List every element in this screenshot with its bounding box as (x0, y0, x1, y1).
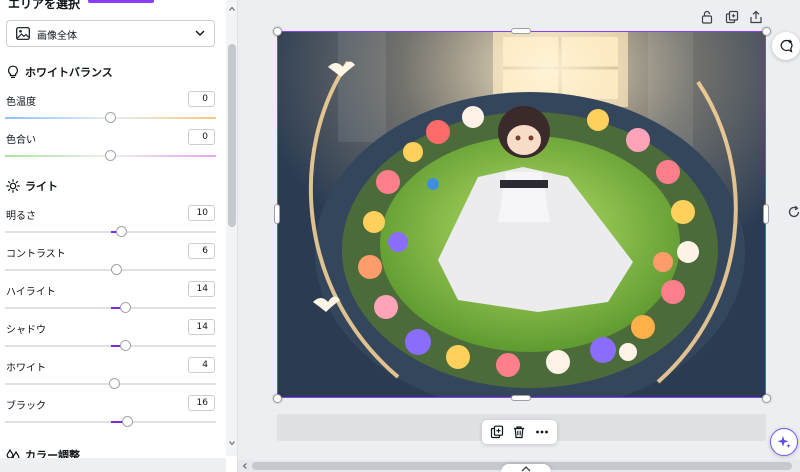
chevron-up-icon (521, 466, 531, 472)
section-title: ホワイトバランス (25, 66, 113, 79)
slider-thumb[interactable] (105, 112, 116, 123)
temperature-slider[interactable] (5, 112, 216, 123)
add-comment-button[interactable] (772, 32, 800, 60)
whites-value-input[interactable]: 4 (188, 357, 215, 373)
pages-panel-toggle[interactable] (501, 464, 551, 472)
adjust-label-whites: ホワイト (6, 363, 46, 374)
slider-thumb[interactable] (121, 416, 133, 427)
image-icon (16, 27, 30, 40)
blacks-slider[interactable] (5, 416, 216, 427)
slider-thumb[interactable] (119, 340, 131, 351)
temperature-value-input[interactable]: 0 (188, 91, 215, 107)
contrast-slider[interactable] (5, 264, 216, 275)
section-white-balance[interactable]: ホワイトバランス (6, 63, 113, 81)
trash-icon[interactable] (512, 425, 526, 439)
blacks-value-input[interactable]: 16 (188, 395, 215, 411)
chevron-down-icon (195, 30, 205, 36)
scrollbar-thumb[interactable] (228, 44, 236, 227)
scroll-left-icon[interactable] (242, 463, 248, 469)
resize-handle-bottom-right[interactable] (761, 393, 771, 403)
contrast-value-input[interactable]: 6 (188, 243, 215, 259)
more-icon[interactable] (535, 425, 549, 439)
brightness-value-input[interactable]: 10 (188, 205, 215, 221)
resize-handle-left[interactable] (274, 204, 280, 224)
tint-value-input[interactable]: 0 (188, 129, 215, 145)
resize-handle-top-left[interactable] (272, 26, 282, 36)
slider-thumb[interactable] (115, 226, 127, 237)
lightbulb-icon (8, 65, 18, 78)
duplicate-icon[interactable] (725, 10, 739, 24)
resize-handle-right[interactable] (763, 204, 769, 224)
resize-handle-bottom[interactable] (511, 395, 531, 401)
lock-icon[interactable] (700, 10, 714, 24)
element-context-toolbar (482, 420, 557, 444)
sun-icon (6, 179, 20, 193)
slider-thumb[interactable] (105, 150, 116, 161)
adjust-label-shadows: シャドウ (6, 325, 46, 336)
adjust-label-tint: 色合い (6, 135, 36, 146)
adjust-label-brightness: 明るさ (6, 211, 36, 222)
shadows-slider[interactable] (5, 340, 216, 351)
highlights-value-input[interactable]: 14 (188, 281, 215, 297)
brightness-slider[interactable] (5, 226, 216, 237)
comment-add-icon (780, 39, 793, 53)
slider-thumb[interactable] (109, 378, 121, 389)
active-tab-indicator (88, 0, 154, 3)
area-select-heading: エリアを選択 (8, 0, 81, 11)
magic-assistant-button[interactable] (770, 428, 798, 456)
adjust-label-temperature: 色温度 (6, 97, 36, 108)
scroll-up-icon[interactable] (229, 6, 235, 12)
adjust-label-blacks: ブラック (6, 401, 46, 412)
panel-scrollbar[interactable] (226, 0, 237, 456)
copy-icon[interactable] (490, 425, 504, 439)
resize-handle-top-right[interactable] (761, 26, 771, 36)
section-title: ライト (25, 180, 58, 193)
illustration-image[interactable] (278, 32, 766, 398)
slider-thumb[interactable] (119, 302, 131, 313)
adjust-label-highlights: ハイライト (6, 287, 56, 298)
share-icon[interactable] (749, 10, 763, 24)
section-light[interactable]: ライト (6, 177, 58, 195)
shadows-value-input[interactable]: 14 (188, 319, 215, 335)
sparkle-icon (777, 436, 791, 449)
scroll-down-icon[interactable] (229, 440, 235, 446)
resize-handle-top[interactable] (511, 28, 531, 34)
area-select-value: 画像全体 (37, 31, 77, 42)
rotate-icon[interactable] (787, 205, 800, 219)
adjust-panel: エリアを選択 画像全体 ホワイトバランス 色温度 0 色合い 0 ライト 明るさ… (0, 0, 238, 472)
whites-slider[interactable] (5, 378, 216, 389)
slider-thumb[interactable] (111, 264, 123, 275)
resize-handle-bottom-left[interactable] (272, 393, 282, 403)
area-select-dropdown[interactable]: 画像全体 (6, 20, 215, 47)
panel-footer (0, 458, 226, 472)
adjust-label-contrast: コントラスト (6, 249, 66, 260)
tint-slider[interactable] (5, 150, 216, 161)
highlights-slider[interactable] (5, 302, 216, 313)
design-artboard[interactable] (277, 31, 766, 398)
